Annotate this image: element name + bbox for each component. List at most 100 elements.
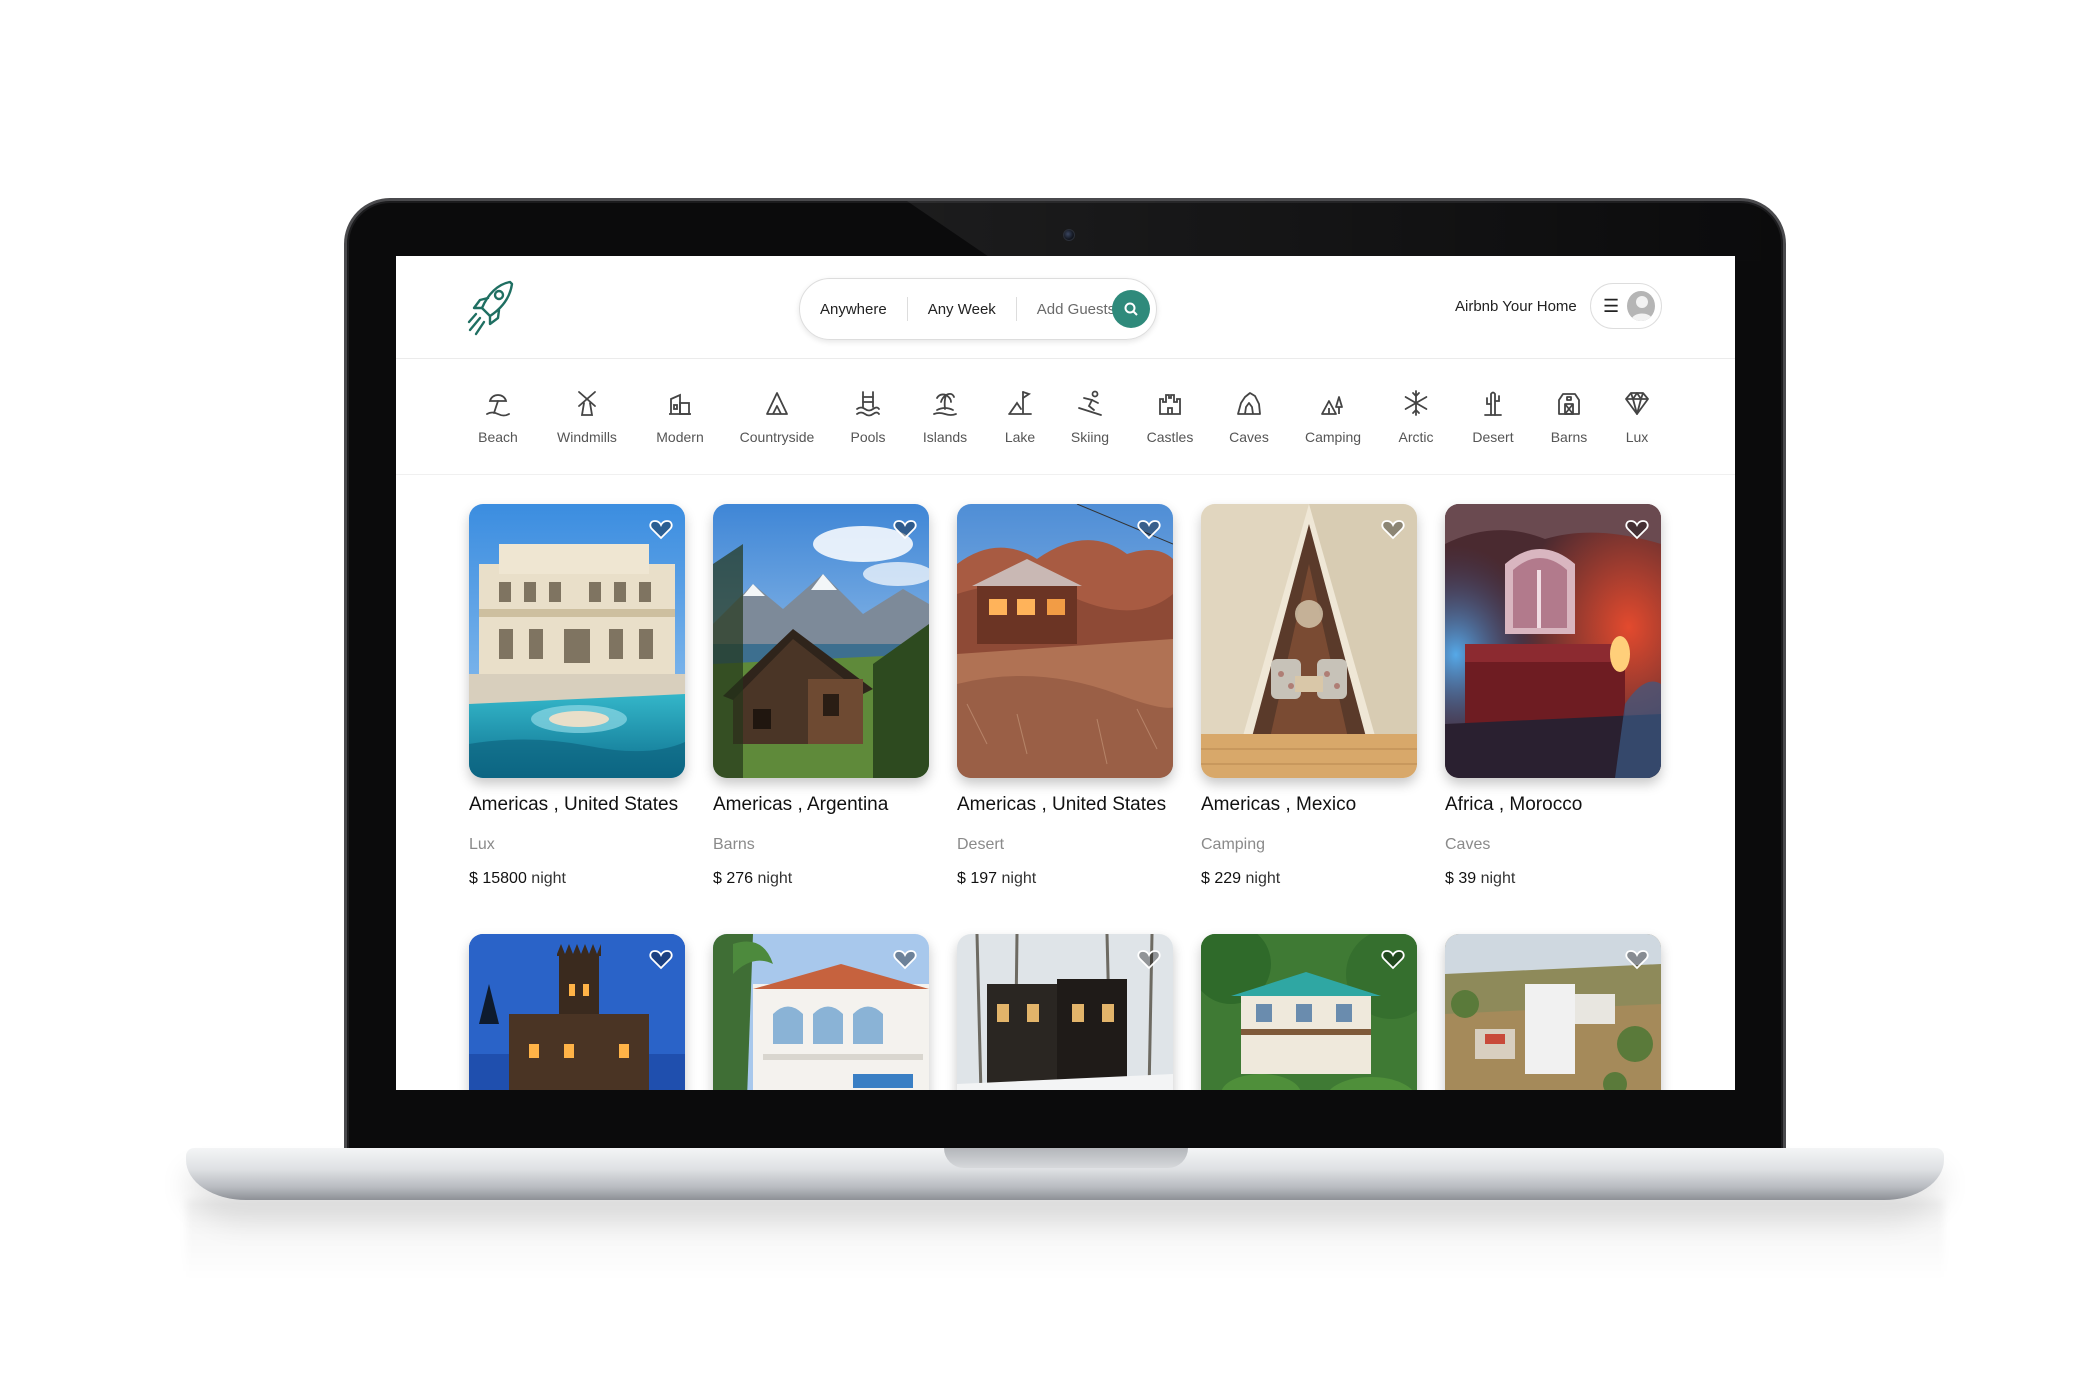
price-amount: $ 197 [957, 870, 998, 887]
heart-icon[interactable] [649, 948, 673, 970]
category-camping[interactable]: Camping [1293, 389, 1373, 445]
listing-card[interactable] [957, 934, 1173, 1090]
listing-photo[interactable] [713, 504, 929, 778]
category-label: Camping [1304, 429, 1362, 445]
island-icon [933, 392, 957, 416]
category-beach[interactable]: Beach [458, 389, 538, 445]
listing-photo[interactable] [957, 934, 1173, 1090]
heart-icon[interactable] [893, 948, 917, 970]
heart-icon[interactable] [1381, 518, 1405, 540]
listing-category: Lux [469, 836, 495, 853]
listing-location: Americas , United States [957, 794, 1167, 815]
listing-price: $ 39 night [1445, 870, 1661, 888]
category-pools[interactable]: Pools [828, 389, 908, 445]
browser-screen: Anywhere Any Week Add Guests Airbnb Your… [396, 256, 1735, 1090]
host-link[interactable]: Airbnb Your Home [1455, 298, 1577, 315]
user-avatar-icon [1627, 291, 1655, 321]
modern-house-icon [669, 393, 691, 415]
laptop-notch [944, 1148, 1188, 1168]
rocket-icon[interactable] [466, 278, 516, 338]
heart-icon[interactable] [893, 518, 917, 540]
price-unit: night [757, 870, 793, 887]
category-label: Skiing [1070, 429, 1110, 445]
listing-photo[interactable] [1201, 504, 1417, 778]
listing-photo[interactable] [713, 934, 929, 1090]
category-label: Barns [1550, 429, 1588, 445]
heart-icon[interactable] [1137, 948, 1161, 970]
search-icon [1124, 302, 1138, 316]
navbar: Anywhere Any Week Add Guests Airbnb Your… [396, 256, 1735, 359]
search-button[interactable] [1112, 290, 1150, 328]
category-lake[interactable]: Lake [980, 389, 1060, 445]
category-caves[interactable]: Caves [1209, 389, 1289, 445]
category-castles[interactable]: Castles [1130, 389, 1210, 445]
listing-photo[interactable] [1201, 934, 1417, 1090]
heart-icon[interactable] [1137, 518, 1161, 540]
category-label: Pools [850, 429, 886, 445]
listing-category: Desert [957, 836, 1005, 853]
category-lux[interactable]: Lux [1597, 389, 1677, 445]
heart-icon[interactable] [649, 518, 673, 540]
listing-location: Americas , United States [469, 794, 679, 815]
category-countryside[interactable]: Countryside [737, 389, 817, 445]
search-bar[interactable]: Anywhere Any Week Add Guests [799, 278, 1157, 340]
category-label: Lake [1004, 429, 1036, 445]
price-unit: night [1001, 870, 1037, 887]
category-arctic[interactable]: Arctic [1376, 389, 1456, 445]
price-unit: night [1245, 870, 1281, 887]
user-menu-button[interactable]: ☰ [1590, 283, 1662, 329]
listing-card[interactable] [1445, 934, 1661, 1090]
price-amount: $ 229 [1201, 870, 1242, 887]
cave-icon [1237, 392, 1261, 415]
category-label: Windmills [557, 429, 617, 445]
price-unit: night [531, 870, 566, 887]
listing-card[interactable] [469, 934, 685, 1090]
listing-card[interactable]: Americas , Mexico Camping $ 229 night [1201, 504, 1417, 888]
category-label: Castles [1146, 429, 1194, 445]
listing-card[interactable]: Americas , Argentina Barns $ 276 night [713, 504, 929, 888]
heart-icon[interactable] [1625, 948, 1649, 970]
listing-photo[interactable] [1445, 934, 1661, 1090]
heart-icon[interactable] [1625, 518, 1649, 540]
category-label: Arctic [1398, 429, 1434, 445]
windmill-icon [578, 391, 596, 416]
hamburger-icon: ☰ [1603, 295, 1620, 316]
listing-photo[interactable] [469, 934, 685, 1090]
category-label: Modern [656, 429, 704, 445]
search-when[interactable]: Any Week [908, 301, 1016, 318]
listing-category: Barns [713, 836, 755, 853]
listing-price: $ 197 night [957, 870, 1173, 888]
snowflake-icon [1404, 390, 1428, 416]
listing-price: $ 229 night [1201, 870, 1417, 888]
listing-card[interactable]: Americas , United States Desert $ 197 ni… [957, 504, 1173, 888]
category-modern[interactable]: Modern [640, 389, 720, 445]
heart-icon[interactable] [1381, 948, 1405, 970]
pool-icon [856, 391, 880, 417]
price-unit: night [1480, 870, 1516, 887]
price-amount: $ 15800 [469, 870, 527, 887]
webcam [1063, 229, 1075, 241]
listing-card[interactable]: Africa , Morocco Caves $ 39 night [1445, 504, 1661, 888]
category-skiing[interactable]: Skiing [1050, 389, 1130, 445]
skiing-icon [1078, 390, 1102, 416]
listing-photo[interactable] [469, 504, 685, 778]
price-amount: $ 39 [1445, 870, 1477, 887]
category-bar: Beach Windmills Modern Countryside Pools… [396, 359, 1735, 475]
listing-card[interactable]: Americas , United States Lux $ 15800 nig… [469, 504, 685, 888]
category-label: Desert [1472, 429, 1514, 445]
category-desert[interactable]: Desert [1453, 389, 1533, 445]
listing-photo[interactable] [957, 504, 1173, 778]
laptop-mockup: Anywhere Any Week Add Guests Airbnb Your… [0, 0, 2100, 1400]
beach-icon [486, 394, 510, 417]
category-windmills[interactable]: Windmills [547, 389, 627, 445]
listing-card[interactable] [1201, 934, 1417, 1090]
listing-photo[interactable] [1445, 504, 1661, 778]
category-label: Caves [1229, 429, 1269, 445]
listing-card[interactable] [713, 934, 929, 1090]
countryside-icon [766, 392, 788, 415]
search-where[interactable]: Anywhere [800, 301, 907, 318]
category-islands[interactable]: Islands [905, 389, 985, 445]
listing-location: Americas , Argentina [713, 794, 889, 815]
listing-category: Camping [1201, 836, 1266, 853]
lake-icon [1008, 391, 1032, 415]
